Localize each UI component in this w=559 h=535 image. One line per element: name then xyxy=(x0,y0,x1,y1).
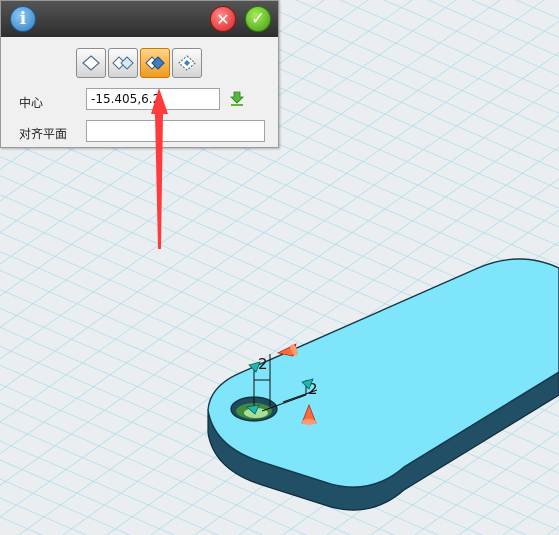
close-icon[interactable]: ✕ xyxy=(210,6,236,32)
dialog-body: 中心 -15.405,6.2 对齐平面 xyxy=(1,37,278,147)
align-mode-button-4[interactable] xyxy=(172,48,202,78)
align-single-diamond-icon xyxy=(82,55,100,71)
align-mode-button-3[interactable] xyxy=(140,48,170,78)
align-plane-input[interactable] xyxy=(86,120,265,142)
align-mode-group xyxy=(76,48,202,78)
center-label: 中心 xyxy=(19,96,44,110)
align-center-diamond-icon xyxy=(145,56,165,70)
checkmark-icon[interactable]: ✓ xyxy=(245,6,271,32)
align-dialog: i ✕ ✓ 中心 -15.405,6.2 对齐平面 xyxy=(0,0,279,148)
align-mode-button-2[interactable] xyxy=(108,48,138,78)
align-double-diamond-icon xyxy=(112,56,134,70)
align-mode-button-1[interactable] xyxy=(76,48,106,78)
align-dotted-diamond-icon xyxy=(178,55,196,71)
align-plane-label: 对齐平面 xyxy=(19,127,68,141)
pick-point-icon[interactable] xyxy=(229,91,245,107)
info-icon[interactable]: i xyxy=(10,6,36,32)
dialog-header: i ✕ ✓ xyxy=(1,1,278,37)
center-input[interactable]: -15.405,6.2 xyxy=(86,88,220,110)
plate-part[interactable] xyxy=(207,258,559,511)
plate-top-face[interactable] xyxy=(207,258,559,488)
